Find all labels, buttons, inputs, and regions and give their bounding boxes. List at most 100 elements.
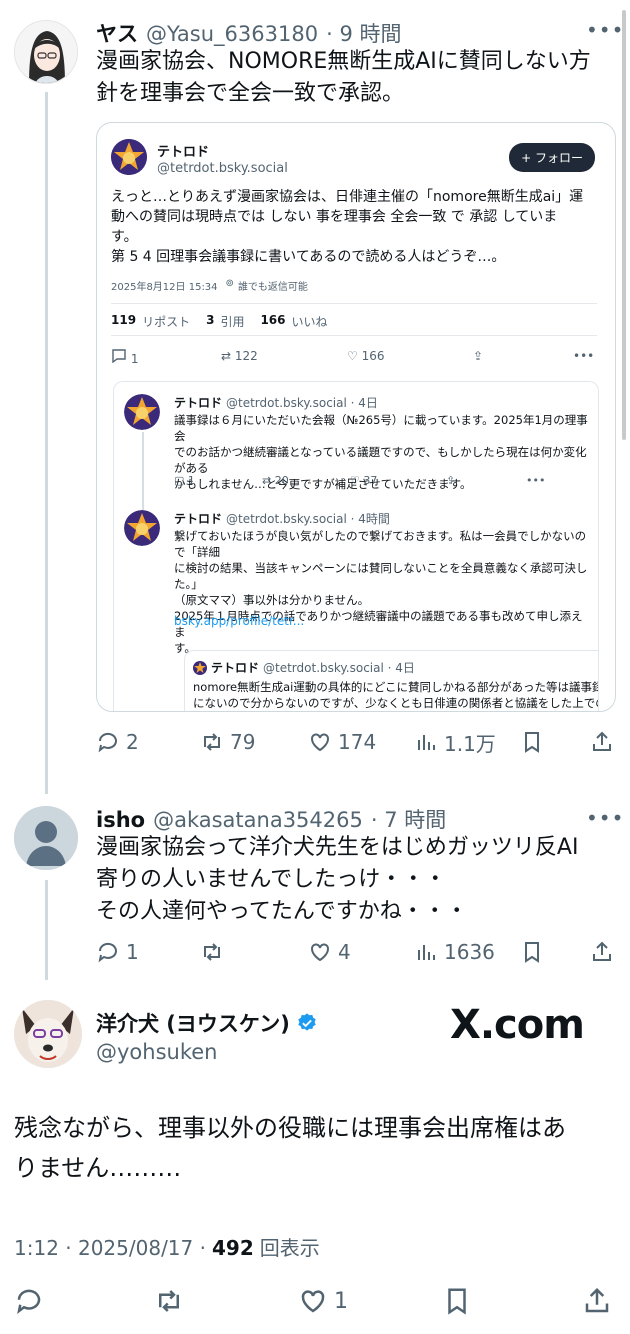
more-options-icon[interactable]: •••: [586, 806, 624, 830]
more-options-icon[interactable]: •••: [586, 18, 624, 42]
tweet-text-line: その人達何やってたんですかね・・・: [96, 899, 468, 924]
card-text-line: 動への賛同は現時点では しない 事を理事会 全会一致 で 承認 していま: [111, 209, 558, 225]
share-button[interactable]: [582, 1286, 612, 1316]
repost-button[interactable]: [200, 940, 230, 964]
author-name[interactable]: 洋介犬 (ヨウスケン): [96, 1008, 290, 1038]
reply2-line: に検討の結果、当該キャンペーンには賛同しないことを全員意義なく承認可決した。」: [174, 561, 588, 591]
card-more-icon: •••: [573, 349, 595, 363]
quote-line: nomore無断生成ai運動の具体的にどこに賛同しかねる部分があった等は議事録: [193, 680, 599, 694]
dog-avatar-icon: [14, 1000, 82, 1068]
avatar-yasu[interactable]: [14, 20, 78, 84]
like-button[interactable]: 1: [298, 1286, 348, 1316]
reply1-line: でのお話かつ継続審議となっている議題ですので、もしかしたら現在は何か変化がある: [174, 445, 587, 475]
star-face-icon: [111, 139, 147, 175]
share-button[interactable]: [590, 730, 614, 754]
card-author-name: テトロド: [157, 145, 210, 160]
analytics-icon: [418, 735, 435, 750]
like-button[interactable]: 174: [308, 730, 376, 754]
reply1-reply-count: 1: [187, 474, 195, 487]
heart-icon: [301, 1290, 325, 1313]
reply2-avatar: [124, 510, 160, 546]
quote-meta: @tetrdot.bsky.social · 4日: [263, 661, 415, 675]
reply1-repost-count: 20: [274, 474, 289, 487]
reply-icon: [112, 349, 126, 364]
more-icon: •••: [526, 474, 546, 487]
star-face-icon: [124, 394, 160, 430]
reply-icon: [98, 732, 117, 753]
follow-button[interactable]: + フォロー: [509, 143, 595, 172]
analytics-icon: [418, 945, 435, 960]
reply2-line: 繋げておいたほうが良い気がしたので繋げておきます。私は一会員でしかないので「詳細: [174, 529, 587, 559]
reply2-meta: @tetrdot.bsky.social · 4時間: [226, 512, 390, 526]
avatar-yohsuken[interactable]: [14, 1000, 82, 1068]
bookmark-button[interactable]: [520, 730, 544, 754]
share-icon: [593, 941, 611, 961]
globe-icon: ⊚: [225, 278, 234, 289]
reply-button[interactable]: 1: [96, 940, 139, 964]
views-button[interactable]: 1.1万: [414, 728, 496, 757]
like-count: 4: [338, 940, 351, 964]
author-name[interactable]: ヤス: [96, 18, 138, 48]
card-like-label: いいね: [291, 315, 328, 329]
view-count: 1.1万: [444, 731, 496, 756]
tweet-text-line: 寄りの人いませんでしたっけ・・・: [96, 867, 447, 892]
card-date: 2025年8月12日 15:34: [111, 282, 218, 293]
repost-button[interactable]: [154, 1286, 184, 1316]
default-user-icon: [14, 806, 78, 870]
reply2-name: テトロド: [174, 512, 223, 526]
repost-icon: ⇄: [221, 349, 232, 363]
card-text-line: 第 5 4 回理事会議事録に書いてあるので読める人はどうぞ…。: [111, 249, 506, 265]
author-name[interactable]: isho: [96, 808, 145, 832]
attached-image-card[interactable]: テトロド @tetrdot.bsky.social + フォロー えっと…とりあ…: [96, 122, 616, 712]
like-button[interactable]: 4: [308, 940, 351, 964]
card-author-handle: @tetrdot.bsky.social: [157, 161, 288, 176]
bookmark-button[interactable]: [520, 940, 544, 964]
thread-line: [45, 92, 48, 794]
views-button[interactable]: 1636: [414, 940, 495, 964]
reply2-line: （原文ママ）事以外は分かりません。: [174, 593, 370, 607]
reply-count: 2: [126, 730, 139, 754]
card-like-count: 166: [260, 313, 286, 327]
like-count: 174: [338, 730, 377, 754]
card-repost-count2: 122: [234, 349, 258, 363]
card-quote-count: 3: [206, 313, 215, 327]
avatar-isho[interactable]: [14, 806, 78, 870]
views-label: 回表示: [259, 1236, 320, 1260]
post-timestamp[interactable]: 1:12 · 2025/08/17 ·: [14, 1236, 206, 1260]
thread-line: [45, 880, 48, 980]
bookmark-icon: [525, 732, 539, 753]
post-time[interactable]: · 9 時間: [326, 18, 401, 48]
verified-badge-icon: [298, 1013, 316, 1031]
bookmark-button[interactable]: [442, 1286, 472, 1316]
heart-icon: ♡: [347, 349, 358, 363]
share-button[interactable]: [590, 940, 614, 964]
reply-icon: [17, 1289, 41, 1314]
author-handle[interactable]: @yohsuken: [96, 1040, 217, 1064]
heart-icon: [311, 943, 329, 962]
reply-button[interactable]: 2: [96, 730, 139, 754]
author-handle[interactable]: @Yasu_6363180: [146, 22, 318, 46]
share-icon: [585, 1287, 609, 1313]
post-time[interactable]: · 7 時間: [371, 804, 446, 834]
tetrodo-avatar: [111, 139, 147, 175]
view-count: 1636: [444, 940, 495, 964]
scrollbar[interactable]: [622, 10, 626, 440]
reply-button[interactable]: [14, 1286, 44, 1316]
card-reply-count: 1: [130, 352, 139, 366]
reply1-like-count: 37: [363, 474, 378, 487]
bookmark-icon: [525, 942, 539, 963]
heart-icon: ♡: [350, 474, 360, 487]
repost-icon: [204, 733, 220, 751]
repost-button[interactable]: 79: [200, 730, 255, 754]
reply-count: 1: [126, 940, 139, 964]
anime-girl-avatar-icon: [15, 21, 77, 83]
x-com-watermark: X.com: [450, 1002, 585, 1048]
author-handle[interactable]: @akasatana354265: [153, 808, 363, 832]
reply1-like-action: ♡ 37: [350, 474, 377, 487]
bookmark-icon: [448, 1288, 466, 1315]
tweet-text-line: 漫画家協会って洋介犬先生をはじめガッツリ反AI: [96, 835, 579, 860]
repost-icon: [159, 1290, 179, 1312]
tweet-text-line: 針を理事会で全会一致で承認。: [96, 81, 405, 106]
bsky-replies-box: テトロド @tetrdot.bsky.social · 4日 議事録は６月にいた…: [113, 381, 599, 711]
reply-icon: [98, 942, 117, 963]
